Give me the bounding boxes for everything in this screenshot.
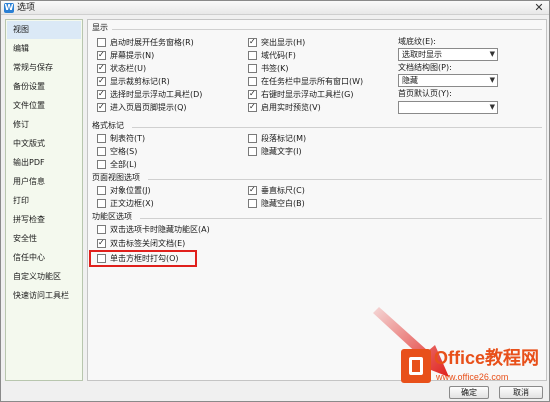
watermark-title: Office教程网 (434, 348, 540, 368)
watermark-url: www.office26.com (436, 372, 509, 382)
red-arrow-annotation (373, 307, 449, 377)
office-logo-icon (401, 349, 431, 383)
watermark: Office教程网 www.office26.com (401, 345, 549, 401)
options-dialog: W 选项 ✕ 视图 编辑 常规与保存 备份设置 文件位置 修订 中文版式 输出P… (0, 0, 550, 402)
